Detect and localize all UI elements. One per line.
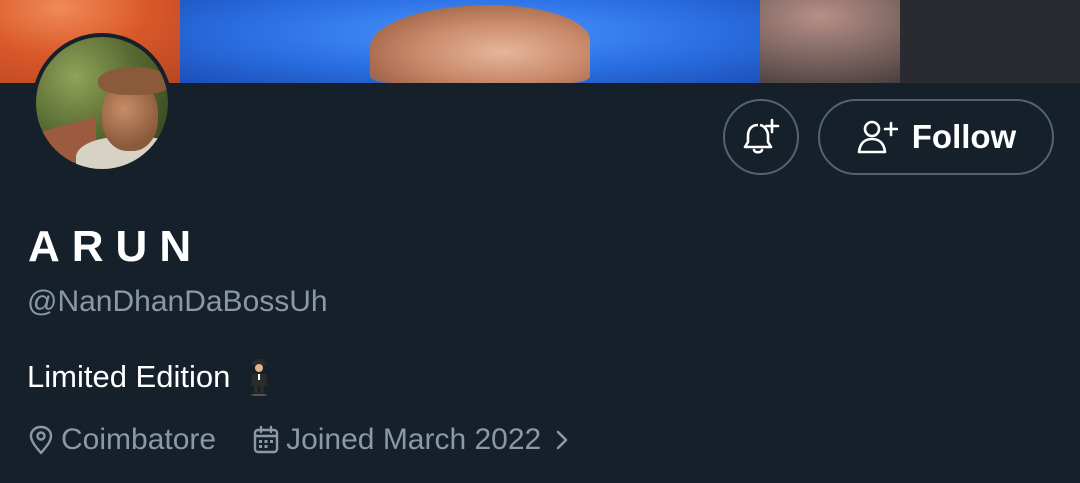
- levitating-man-icon: [251, 359, 268, 396]
- follow-button[interactable]: Follow: [818, 99, 1054, 175]
- location-text: Coimbatore: [61, 423, 217, 456]
- calendar-icon: [253, 425, 279, 454]
- avatar[interactable]: [32, 33, 172, 173]
- follow-button-label: Follow: [911, 118, 1017, 155]
- joined-text: Joined March 2022: [286, 423, 542, 456]
- avatar-detail: [98, 67, 168, 95]
- notifications-button[interactable]: [723, 99, 799, 175]
- location-pin-icon: [29, 425, 53, 455]
- username-handle: @NanDhanDaBossUh: [27, 285, 328, 318]
- bio-text: Limited Edition: [27, 359, 231, 394]
- joined-date[interactable]: Joined March 2022: [252, 423, 581, 457]
- banner-shape: [900, 0, 1080, 83]
- display-name: ARUN: [28, 222, 204, 271]
- location: Coimbatore: [27, 423, 216, 457]
- profile-meta: Coimbatore Joined March 2022: [27, 423, 581, 457]
- chevron-right-icon: [556, 430, 568, 450]
- person-add-icon: [857, 120, 898, 154]
- bell-plus-icon: [743, 118, 780, 154]
- bio: Limited Edition: [27, 358, 272, 396]
